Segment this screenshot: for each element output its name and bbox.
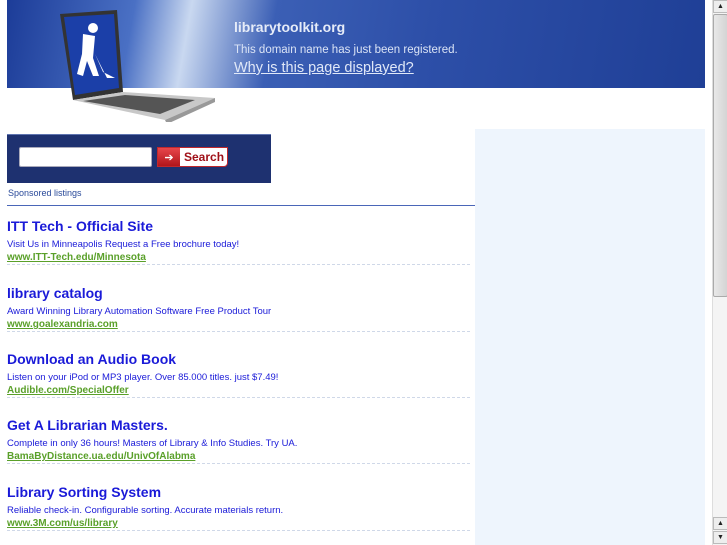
ad-listing: Download an Audio Book Listen on your iP… <box>7 351 475 398</box>
ad-title[interactable]: Library Sorting System <box>7 484 475 500</box>
divider <box>7 397 470 398</box>
ad-description: Award Winning Library Automation Softwar… <box>7 306 272 317</box>
scroll-down-icon[interactable]: ▼ <box>713 531 727 544</box>
ad-listing: Library Sorting System Reliable check-in… <box>7 484 475 531</box>
ad-url[interactable]: www.ITT-Tech.edu/Minnesota <box>7 252 475 263</box>
ad-url[interactable]: www.goalexandria.com <box>7 319 475 330</box>
ad-listing: library catalog Award Winning Library Au… <box>7 285 475 332</box>
right-panel <box>475 129 705 545</box>
search-button[interactable]: ➔ Search <box>157 147 228 167</box>
search-button-label: Search <box>184 150 225 164</box>
divider <box>7 331 470 332</box>
ad-title[interactable]: library catalog <box>7 285 475 301</box>
registration-notice: This domain name has just been registere… <box>234 44 458 56</box>
ad-description: Reliable check-in. Configurable sorting.… <box>7 505 284 516</box>
ad-listing: Get A Librarian Masters. Complete in onl… <box>7 417 475 464</box>
ad-title[interactable]: Get A Librarian Masters. <box>7 417 475 433</box>
divider <box>7 530 470 531</box>
scrollbar-thumb[interactable] <box>713 14 727 297</box>
ad-listing: ITT Tech - Official Site Visit Us in Min… <box>7 218 475 265</box>
vertical-scrollbar[interactable]: ▲ ▲ ▼ <box>712 0 727 545</box>
scroll-up-icon[interactable]: ▲ <box>713 0 727 13</box>
divider <box>7 205 475 206</box>
domain-name: librarytoolkit.org <box>234 19 346 35</box>
divider <box>7 463 470 464</box>
ad-description: Visit Us in Minneapolis Request a Free b… <box>7 239 240 250</box>
arrow-right-icon: ➔ <box>158 148 180 166</box>
sponsored-label: Sponsored listings <box>8 188 82 198</box>
search-input[interactable] <box>19 147 152 167</box>
ad-url[interactable]: Audible.com/SpecialOffer <box>7 385 475 396</box>
scroll-up-icon[interactable]: ▲ <box>713 517 727 530</box>
why-displayed-link[interactable]: Why is this page displayed? <box>234 60 414 76</box>
ad-description: Listen on your iPod or MP3 player. Over … <box>7 372 279 383</box>
ad-description: Complete in only 36 hours! Masters of Li… <box>7 438 298 449</box>
search-panel: ➔ Search <box>7 134 271 183</box>
ad-title[interactable]: ITT Tech - Official Site <box>7 218 475 234</box>
ad-title[interactable]: Download an Audio Book <box>7 351 475 367</box>
ad-url[interactable]: BamaByDistance.ua.edu/UnivOfAlabma <box>7 451 475 462</box>
laptop-construction-icon <box>60 10 215 122</box>
ad-url[interactable]: www.3M.com/us/library <box>7 518 475 529</box>
divider <box>7 264 470 265</box>
